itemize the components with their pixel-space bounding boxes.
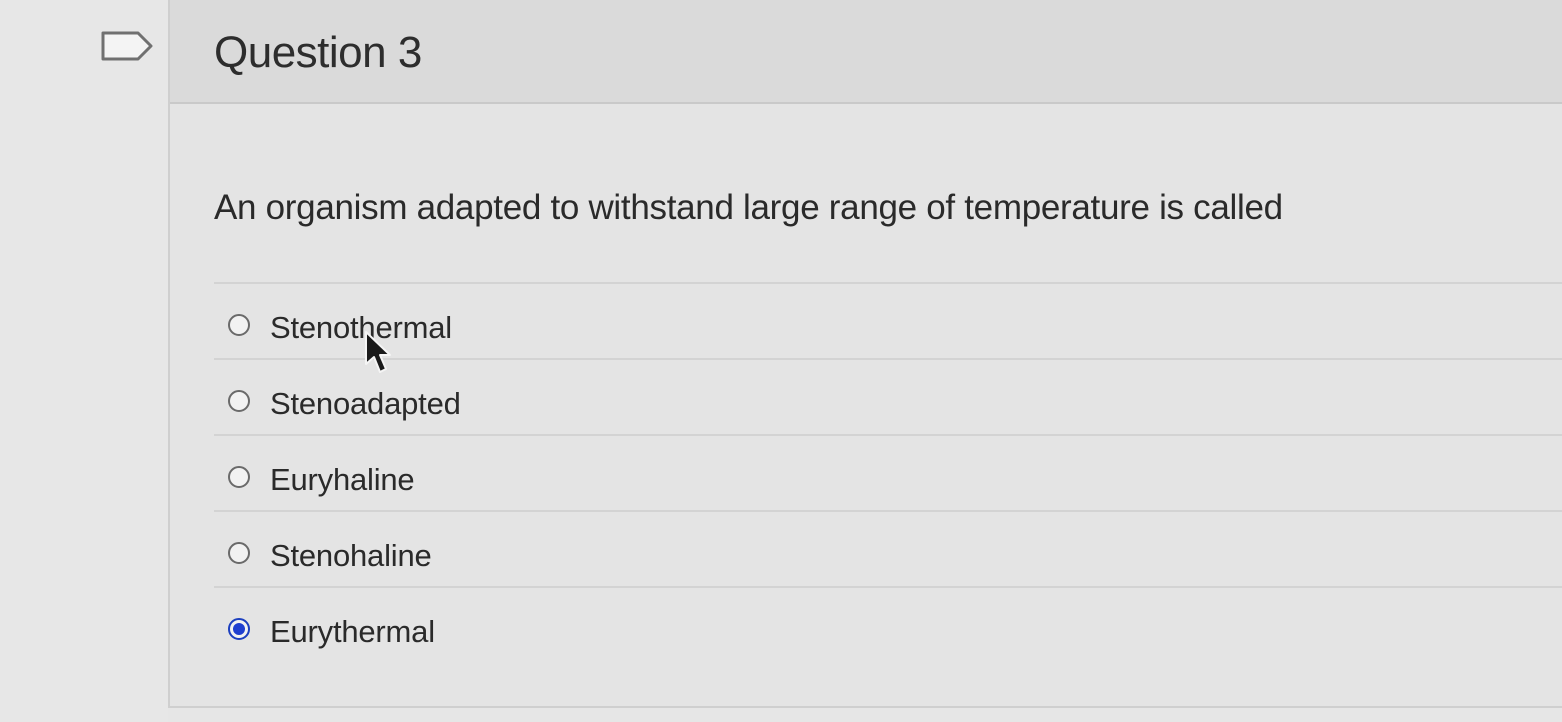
radio-button[interactable] [228,390,250,412]
answer-label[interactable]: Stenohaline [270,538,432,574]
answer-label[interactable]: Stenothermal [270,310,452,346]
flag-question-icon[interactable] [100,30,154,62]
cursor-arrow-icon [365,331,391,373]
radio-button[interactable] [228,542,250,564]
left-margin [0,0,168,722]
answer-option-stenothermal[interactable]: Stenothermal [214,282,1562,358]
answer-label[interactable]: Stenoadapted [270,386,461,422]
question-prompt: An organism adapted to withstand large r… [214,188,1283,227]
answer-option-stenohaline[interactable]: Stenohaline [214,510,1562,586]
quiz-page: Question 3 An organism adapted to withst… [0,0,1562,722]
answer-label[interactable]: Eurythermal [270,614,435,650]
radio-button-selected[interactable] [228,618,250,640]
answer-list: Stenothermal Stenoadapted Euryhaline Ste… [214,282,1562,662]
answer-option-euryhaline[interactable]: Euryhaline [214,434,1562,510]
radio-button[interactable] [228,466,250,488]
question-header: Question 3 [170,0,1562,104]
answer-option-stenoadapted[interactable]: Stenoadapted [214,358,1562,434]
question-title: Question 3 [214,28,422,77]
radio-button[interactable] [228,314,250,336]
answer-option-eurythermal[interactable]: Eurythermal [214,586,1562,662]
answer-label[interactable]: Euryhaline [270,462,415,498]
